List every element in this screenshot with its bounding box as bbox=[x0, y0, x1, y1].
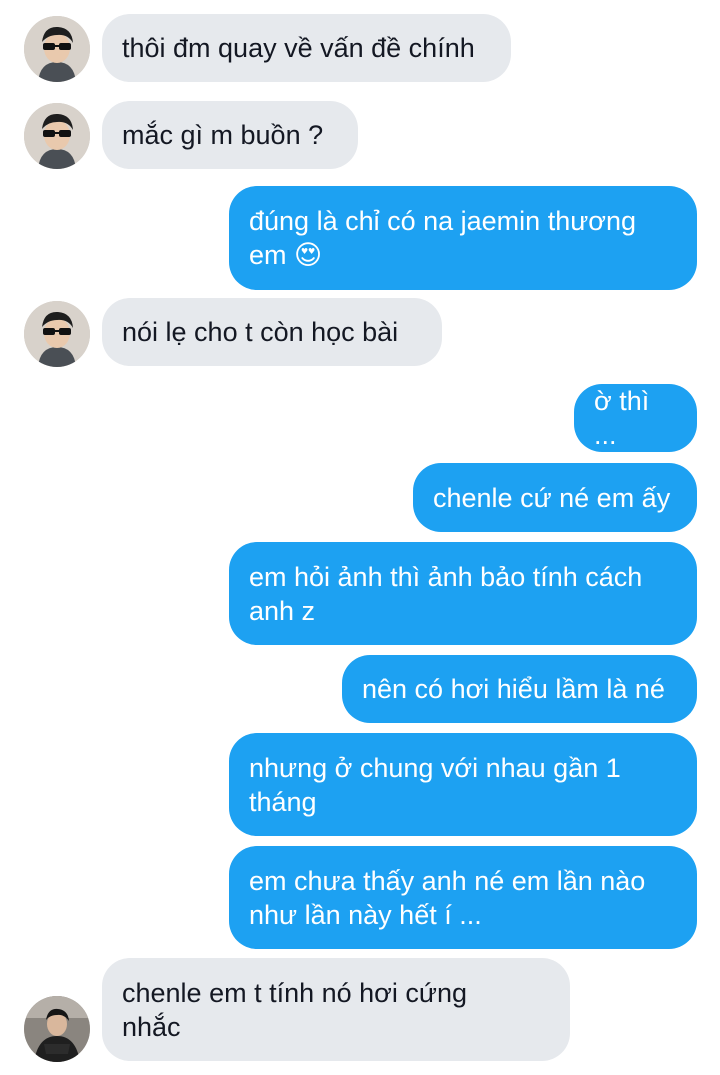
message-text: nói lẹ cho t còn học bài bbox=[122, 317, 399, 347]
message-bubble-incoming[interactable]: chenle em t tính nó hơi cứng nhắc bbox=[102, 958, 570, 1061]
message-bubble-outgoing[interactable]: chenle cứ né em ấy bbox=[413, 463, 697, 532]
message-text: em hỏi ảnh thì ảnh bảo tính cách anh z bbox=[249, 561, 643, 626]
message-bubble-outgoing[interactable]: em hỏi ảnh thì ảnh bảo tính cách anh z bbox=[229, 542, 697, 645]
message-text: thôi đm quay về vấn đề chính bbox=[122, 33, 475, 63]
message-text: ờ thì ... bbox=[594, 386, 657, 450]
contact-avatar[interactable] bbox=[24, 16, 90, 82]
chat-thread: thôi đm quay về vấn đề chính mắc gì m bu… bbox=[0, 0, 720, 1075]
message-text: chenle cứ né em ấy bbox=[433, 482, 671, 513]
message-bubble-incoming[interactable]: mắc gì m buồn ? bbox=[102, 101, 358, 169]
message-bubble-outgoing[interactable]: ờ thì ... bbox=[574, 384, 697, 452]
message-text: em chưa thấy anh né em lần nào như lần n… bbox=[249, 865, 646, 930]
message-bubble-incoming[interactable]: nói lẹ cho t còn học bài bbox=[102, 298, 442, 366]
contact-avatar[interactable] bbox=[24, 103, 90, 169]
message-text: nên có hơi hiểu lầm là né bbox=[362, 674, 665, 704]
message-text: mắc gì m buồn ? bbox=[122, 120, 324, 150]
contact-avatar[interactable] bbox=[24, 996, 90, 1062]
message-bubble-outgoing[interactable]: em chưa thấy anh né em lần nào như lần n… bbox=[229, 846, 697, 949]
message-bubble-outgoing[interactable]: nên có hơi hiểu lầm là né bbox=[342, 655, 697, 723]
message-text: nhưng ở chung với nhau gần 1 tháng bbox=[249, 752, 621, 817]
message-text: đúng là chỉ có na jaemin thương em 😍 bbox=[249, 206, 637, 270]
message-bubble-outgoing[interactable]: nhưng ở chung với nhau gần 1 tháng bbox=[229, 733, 697, 836]
message-text: chenle em t tính nó hơi cứng nhắc bbox=[122, 977, 467, 1042]
message-bubble-incoming[interactable]: thôi đm quay về vấn đề chính bbox=[102, 14, 511, 82]
contact-avatar[interactable] bbox=[24, 301, 90, 367]
message-bubble-outgoing[interactable]: đúng là chỉ có na jaemin thương em 😍 bbox=[229, 186, 697, 290]
